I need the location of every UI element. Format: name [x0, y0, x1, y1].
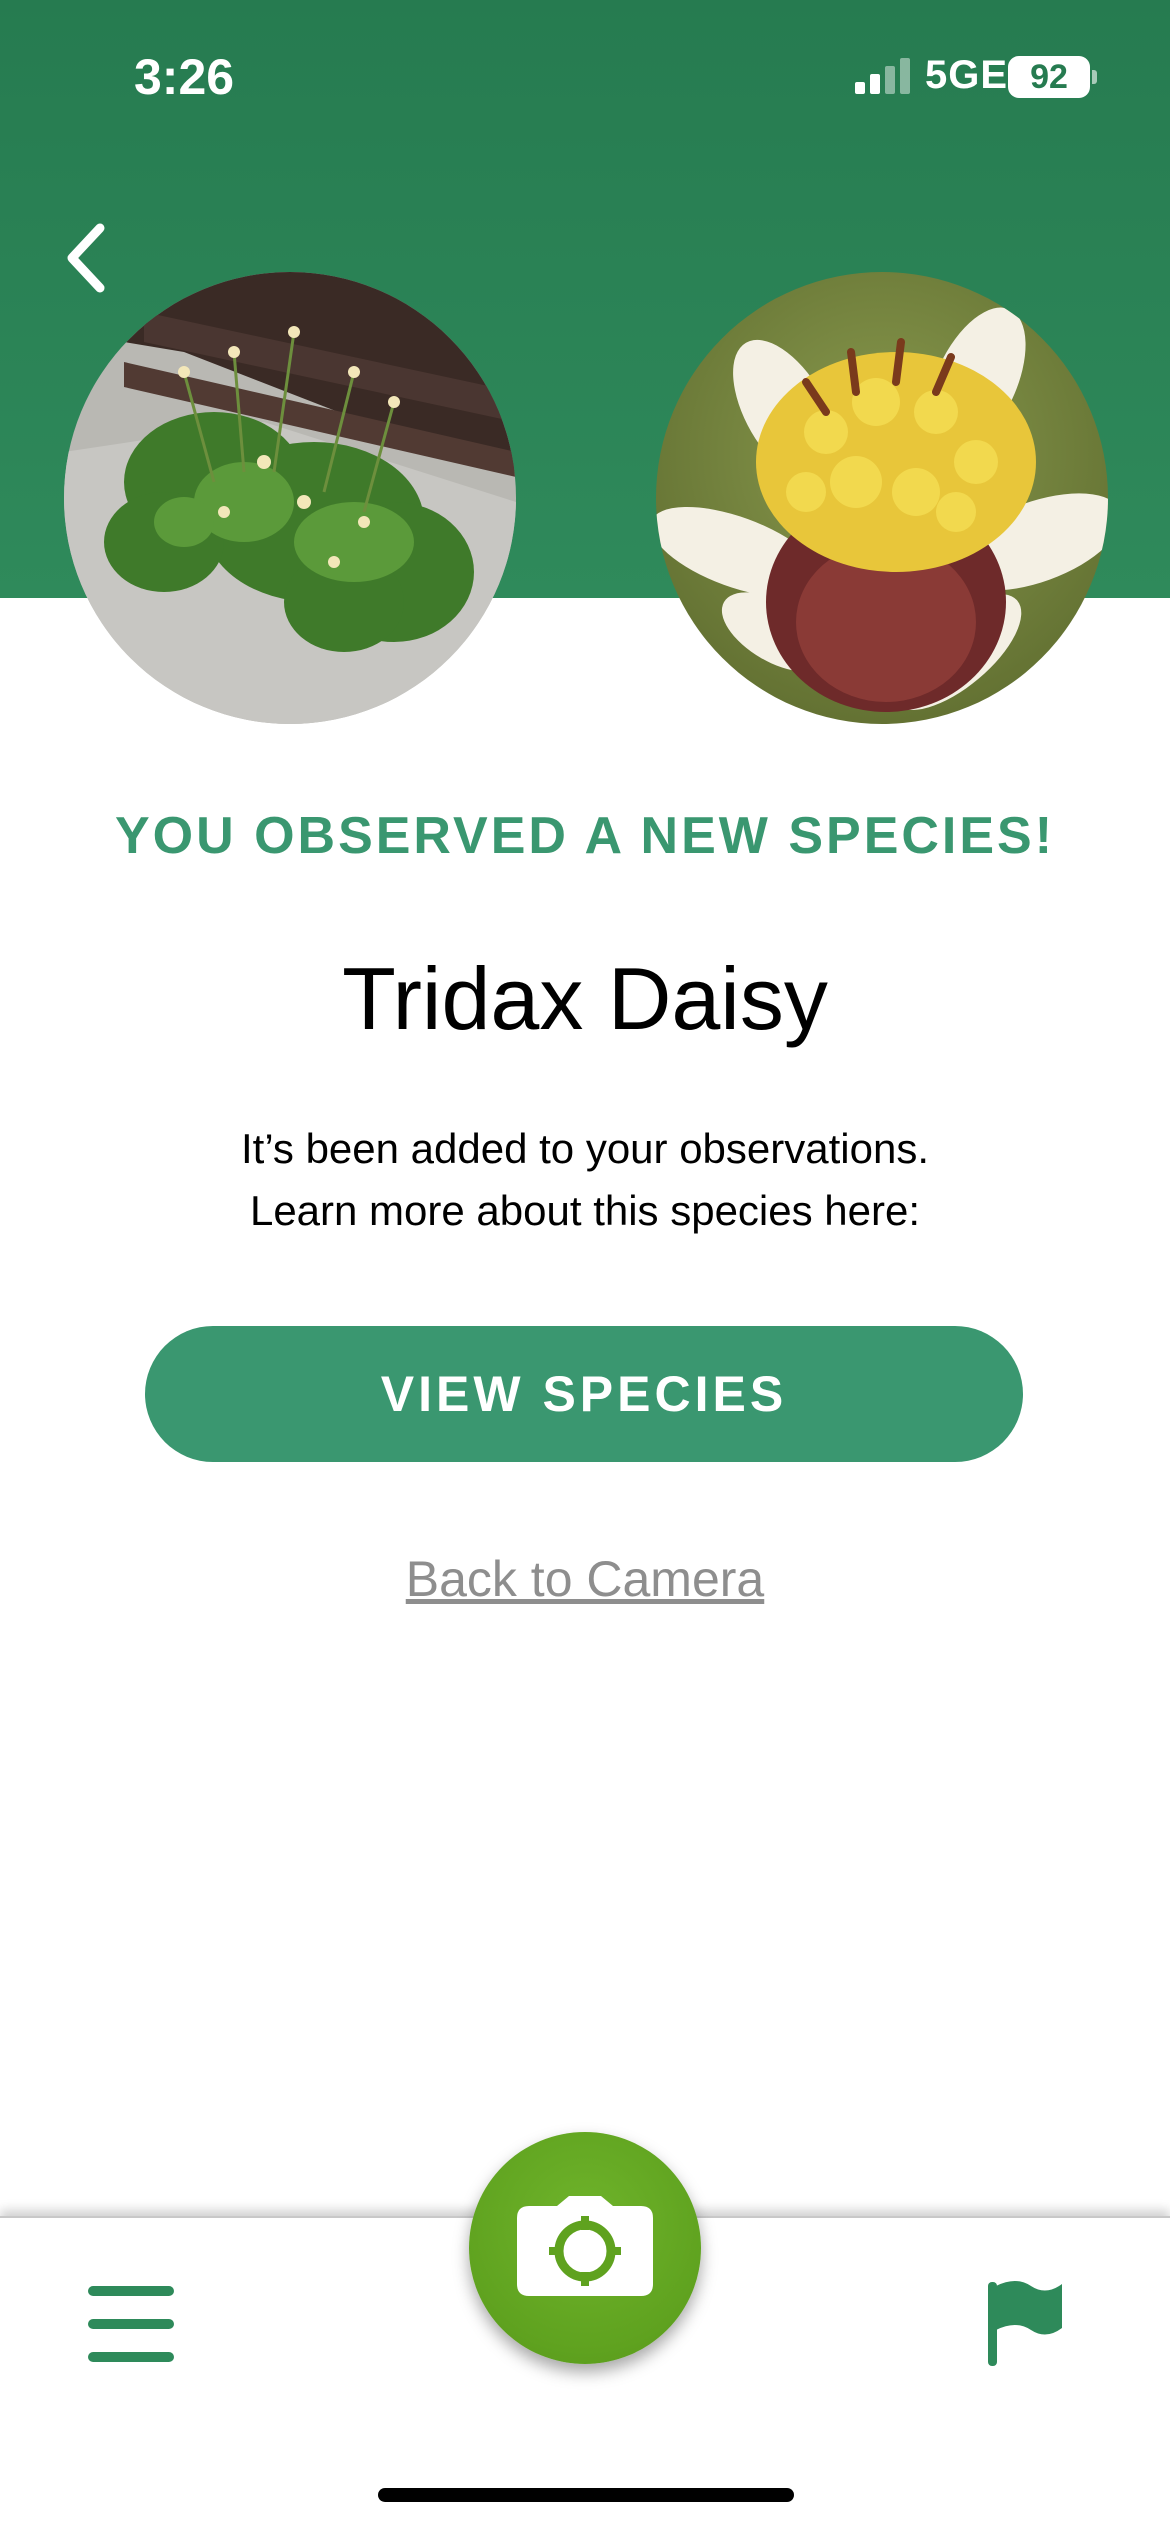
network-type-label: 5GE	[925, 53, 1009, 97]
observation-message-line-1: It’s been added to your observations.	[240, 1125, 930, 1172]
back-button[interactable]	[58, 218, 118, 298]
hamburger-menu-icon[interactable]	[88, 2286, 174, 2362]
camera-button[interactable]	[469, 2132, 701, 2364]
camera-icon	[517, 2196, 653, 2296]
species-name: Tridax Daisy	[342, 949, 828, 1048]
species-reference-photo	[656, 272, 1108, 724]
view-species-button[interactable]: VIEW SPECIES	[145, 1326, 1023, 1462]
menu-line	[88, 2352, 174, 2362]
battery-terminal-icon	[1092, 70, 1097, 84]
menu-line	[88, 2319, 174, 2329]
observed-plant-photo	[64, 272, 516, 724]
status-bar: 3:26 5GE 92	[0, 0, 1170, 150]
flag-icon[interactable]	[986, 2278, 1066, 2368]
battery-level: 92	[1008, 56, 1090, 98]
cellular-signal-icon	[855, 58, 910, 94]
observation-message-line-2: Learn more about this species here:	[249, 1187, 921, 1234]
menu-line	[88, 2286, 174, 2296]
home-indicator	[378, 2488, 794, 2502]
back-to-camera-link[interactable]: Back to Camera	[0, 1550, 1170, 1608]
status-time: 3:26	[134, 49, 235, 105]
chevron-left-icon	[67, 223, 105, 293]
observation-message: It’s been added to your observations. Le…	[0, 1118, 1170, 1242]
new-species-headline: YOU OBSERVED A NEW SPECIES!	[114, 807, 1056, 865]
